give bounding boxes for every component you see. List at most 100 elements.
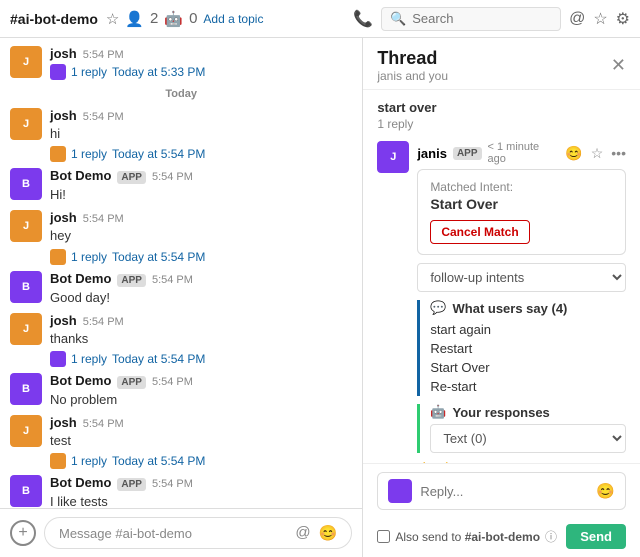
msg-text: test xyxy=(50,432,352,450)
search-box[interactable]: 🔍 xyxy=(381,7,561,31)
msg-text: I like tests xyxy=(50,493,352,508)
reply-time: Today at 5:54 PM xyxy=(112,454,205,468)
thread-avatar: J xyxy=(377,141,409,173)
list-item: Start Over xyxy=(430,358,626,377)
thread-msg-author: janis xyxy=(417,146,447,161)
list-item: B Bot Demo APP 5:54 PM Hi! xyxy=(10,168,352,204)
thread-close-button[interactable]: ✕ xyxy=(611,55,626,76)
member-count: 2 xyxy=(150,10,158,27)
avatar: J xyxy=(10,210,42,242)
msg-content: josh 5:54 PM 1 reply Today at 5:33 PM xyxy=(50,46,352,80)
msg-text: Hi! xyxy=(50,186,352,204)
list-item: J josh 5:54 PM hi 1 reply Today at 5:54 … xyxy=(10,108,352,162)
matched-intent-box: Matched Intent: Start Over Cancel Match xyxy=(417,169,626,255)
list-item: Re-start xyxy=(430,377,626,396)
reply-indicator[interactable]: 1 reply Today at 5:54 PM xyxy=(50,146,352,162)
star-icon-right[interactable]: ☆ xyxy=(593,9,607,29)
more-icon[interactable]: ••• xyxy=(611,145,626,162)
reply-avatar-small xyxy=(388,479,412,503)
avatar: B xyxy=(10,475,42,507)
msg-time: 5:54 PM xyxy=(83,49,124,61)
also-send-label[interactable]: Also send to #ai-bot-demo ⓘ xyxy=(377,528,557,545)
emoji-icon[interactable]: 😊 xyxy=(319,524,338,542)
response-type-select[interactable]: Text (0) xyxy=(430,424,626,453)
msg-header: Bot Demo APP 5:54 PM xyxy=(50,168,352,184)
reply-time: Today at 5:33 PM xyxy=(112,65,205,79)
msg-time: 5:54 PM xyxy=(83,213,124,225)
star-icon[interactable]: ☆ xyxy=(106,10,119,28)
msg-content: Bot Demo APP 5:54 PM I like tests xyxy=(50,475,352,508)
add-topic-link[interactable]: Add a topic xyxy=(203,12,263,26)
reply-indicator[interactable]: 1 reply Today at 5:54 PM xyxy=(50,453,352,469)
thread-title: Thread xyxy=(377,48,448,69)
list-item: B Bot Demo APP 5:54 PM Good day! xyxy=(10,271,352,307)
reply-indicator[interactable]: 1 reply Today at 5:54 PM xyxy=(50,249,352,265)
chat-panel: J josh 5:54 PM 1 reply Today at 5:33 PM … xyxy=(0,38,363,557)
thread-topic: start over xyxy=(377,100,626,115)
msg-content: Bot Demo APP 5:54 PM Good day! xyxy=(50,271,352,307)
at-icon[interactable]: @ xyxy=(569,10,585,28)
reply-avatar xyxy=(50,351,66,367)
app-badge: APP xyxy=(117,478,146,491)
msg-text: hey xyxy=(50,227,352,245)
bookmark-icon[interactable]: ☆ xyxy=(591,145,604,162)
msg-time: 5:54 PM xyxy=(83,418,124,430)
followup-intents-select[interactable]: follow-up intents xyxy=(417,263,626,292)
avatar: B xyxy=(10,373,42,405)
emoji-react-icon[interactable]: 😊 xyxy=(565,145,582,162)
channel-meta-icons: ☆ 👤 2 🤖 0 Add a topic xyxy=(106,10,264,28)
msg-header: Bot Demo APP 5:54 PM xyxy=(50,475,352,491)
response-row: Text (0) xyxy=(430,424,626,453)
msg-text: No problem xyxy=(50,391,352,409)
reply-count: 1 reply xyxy=(71,352,107,366)
also-send-checkbox[interactable] xyxy=(377,530,390,543)
msg-header: josh 5:54 PM xyxy=(50,46,352,61)
thread-reply-input[interactable] xyxy=(420,484,596,499)
add-button[interactable]: + xyxy=(10,520,36,546)
cancel-match-button[interactable]: Cancel Match xyxy=(430,220,529,244)
msg-author: Bot Demo xyxy=(50,271,111,286)
response-select-wrapper[interactable]: Text (0) xyxy=(430,424,626,453)
members-icon: 👤 xyxy=(125,10,144,28)
thread-subtitle: janis and you xyxy=(377,69,448,83)
avatar: J xyxy=(10,46,42,78)
msg-content: josh 5:54 PM test 1 reply Today at 5:54 … xyxy=(50,415,352,469)
msg-content: josh 5:54 PM hey 1 reply Today at 5:54 P… xyxy=(50,210,352,264)
msg-author: Bot Demo xyxy=(50,475,111,490)
chat-input-box[interactable]: Message #ai-bot-demo @ 😊 xyxy=(44,517,352,549)
info-icon[interactable]: ⚙ xyxy=(616,9,630,29)
phone-icon[interactable]: 📞 xyxy=(353,9,373,29)
reply-indicator[interactable]: 1 reply Today at 5:33 PM xyxy=(50,64,352,80)
msg-author: josh xyxy=(50,415,77,430)
avatar: J xyxy=(10,415,42,447)
avatar: J xyxy=(10,313,42,345)
your-responses-label: 🤖 Your responses xyxy=(430,404,626,420)
followup-intents-wrapper[interactable]: follow-up intents xyxy=(417,263,626,292)
at-icon[interactable]: @ xyxy=(295,524,310,542)
msg-text: hi xyxy=(50,125,352,143)
app-badge: APP xyxy=(117,274,146,287)
list-item: B Bot Demo APP 5:54 PM I like tests xyxy=(10,475,352,508)
emoji-reply-icon[interactable]: 😊 xyxy=(596,482,615,500)
avatar: B xyxy=(10,271,42,303)
app-badge: APP xyxy=(117,171,146,184)
msg-content: josh 5:54 PM hi 1 reply Today at 5:54 PM xyxy=(50,108,352,162)
info-help-icon[interactable]: ⓘ xyxy=(545,528,557,545)
list-item: Restart xyxy=(430,339,626,358)
msg-time: 5:54 PM xyxy=(152,171,193,183)
send-button[interactable]: Send xyxy=(566,524,626,549)
matched-value: Start Over xyxy=(430,196,613,212)
thread-footer: Also send to #ai-bot-demo ⓘ Send xyxy=(363,518,640,557)
msg-header: Bot Demo APP 5:54 PM xyxy=(50,271,352,287)
list-item: B Bot Demo APP 5:54 PM No problem xyxy=(10,373,352,409)
msg-author: josh xyxy=(50,108,77,123)
robot-emoji-icon: 🤖 xyxy=(430,404,446,420)
robot-icon: 🤖 xyxy=(164,10,183,28)
reply-time: Today at 5:54 PM xyxy=(112,147,205,161)
search-input[interactable] xyxy=(412,11,542,26)
msg-header: josh 5:54 PM xyxy=(50,313,352,328)
msg-content: Bot Demo APP 5:54 PM Hi! xyxy=(50,168,352,204)
app-badge: APP xyxy=(117,376,146,389)
reply-count: 1 reply xyxy=(71,65,107,79)
reply-indicator[interactable]: 1 reply Today at 5:54 PM xyxy=(50,351,352,367)
